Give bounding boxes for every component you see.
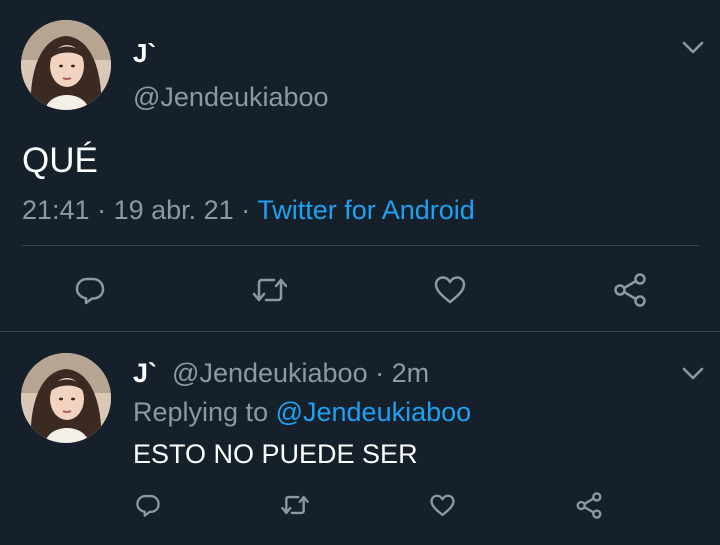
share-button[interactable]: [571, 488, 607, 522]
avatar[interactable]: [21, 353, 111, 443]
like-icon: [434, 276, 466, 304]
handle[interactable]: @Jendeukiaboo: [133, 82, 329, 113]
retweet-button[interactable]: [277, 488, 313, 522]
handle[interactable]: @Jendeukiaboo: [172, 358, 368, 388]
share-button[interactable]: [610, 270, 650, 310]
tweet-meta: 21:41 · 19 abr. 21 · Twitter for Android: [22, 195, 475, 226]
avatar[interactable]: [21, 20, 111, 110]
chevron-down-icon[interactable]: [680, 38, 706, 58]
reply-icon: [75, 277, 105, 305]
share-icon: [614, 273, 646, 307]
replying-to: Replying to @Jendeukiaboo: [133, 397, 471, 428]
retweet-icon: [252, 278, 288, 302]
tweet-age: 2m: [391, 358, 430, 388]
main-tweet: J` @Jendeukiaboo QUÉ 21:41 · 19 abr. 21 …: [0, 0, 720, 331]
retweet-icon: [281, 495, 309, 515]
reply-button[interactable]: [70, 270, 110, 310]
reply-header: J` @Jendeukiaboo · 2m: [133, 358, 429, 389]
like-button[interactable]: [424, 488, 460, 522]
tweet-time: 21:41: [22, 195, 90, 225]
reply-button[interactable]: [130, 488, 166, 522]
share-icon: [576, 491, 602, 519]
replying-label: Replying to: [133, 397, 276, 427]
tweet-text: ESTO NO PUEDE SER: [133, 439, 418, 469]
tweet-source-link[interactable]: Twitter for Android: [257, 195, 475, 225]
tweet-date: 19 abr. 21: [113, 195, 234, 225]
display-name[interactable]: J`: [133, 38, 156, 69]
retweet-button[interactable]: [250, 270, 290, 310]
meta-separator: ·: [233, 195, 258, 225]
display-name[interactable]: J`: [133, 358, 157, 388]
divider: [0, 331, 720, 332]
like-icon: [429, 494, 455, 516]
meta-separator: ·: [89, 195, 114, 225]
tweet-text: QUÉ: [22, 141, 98, 180]
header-separator: ·: [367, 358, 392, 388]
chevron-down-icon[interactable]: [680, 364, 706, 384]
mention-link[interactable]: @Jendeukiaboo: [276, 397, 472, 427]
reply-icon: [136, 494, 160, 517]
avatar-image: [21, 20, 111, 110]
divider: [22, 245, 699, 246]
avatar-image: [21, 353, 111, 443]
like-button[interactable]: [430, 270, 470, 310]
